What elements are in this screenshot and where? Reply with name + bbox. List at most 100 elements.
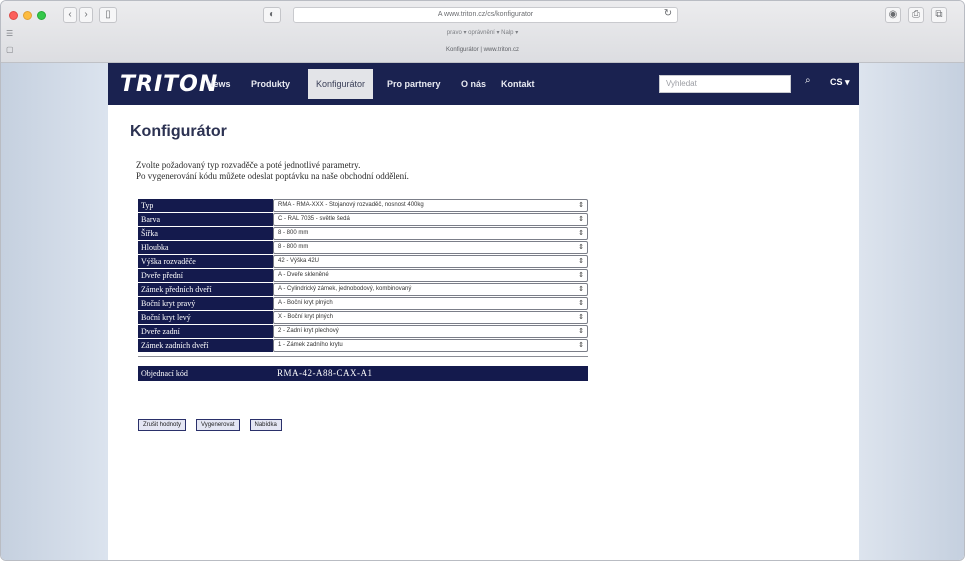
tab-active[interactable]: Konfigurátor | www.triton.cz <box>21 41 944 59</box>
generate-button[interactable]: Vygenerovat <box>196 419 240 431</box>
config-row-hloubka: Hloubka 8 - 800 mm ⇕ <box>138 241 588 254</box>
divider <box>138 356 588 357</box>
intro-text: Zvolte požadovaný typ rozvaděče a poté j… <box>136 160 409 182</box>
select-arrow-icon: ⇕ <box>578 244 584 251</box>
select-value: X - Boční kryt plných <box>278 314 334 320</box>
select-arrow-icon: ⇕ <box>578 202 584 209</box>
sidebar-toggle-button[interactable]: ▯ <box>99 7 117 23</box>
page-content: TRITON News Produkty Konfigurátor Pro pa… <box>108 63 859 560</box>
select-value: RMA - RMA-XXX - Stojanový rozvaděč, nosn… <box>278 202 424 208</box>
config-row-typ: Typ RMA - RMA-XXX - Stojanový rozvaděč, … <box>138 199 588 212</box>
back-button[interactable]: ‹ <box>63 7 77 23</box>
nav-pro-partnery[interactable]: Pro partnery <box>387 76 441 92</box>
select-arrow-icon: ⇕ <box>578 328 584 335</box>
order-code-row: Objednací kód RMA-42-A88-CAX-A1 <box>138 366 588 381</box>
privacy-icon[interactable]: ◐ <box>263 7 281 23</box>
select-value: C - RAL 7035 - světle šedá <box>278 216 350 222</box>
maximize-window-button[interactable] <box>37 11 46 20</box>
page-title: Konfigurátor <box>130 123 227 140</box>
config-label: Šířka <box>138 227 273 240</box>
order-code-value: RMA-42-A88-CAX-A1 <box>277 368 373 378</box>
select-value: A - Cylindrický zámek, jednobodový, komb… <box>278 286 412 292</box>
config-label: Barva <box>138 213 273 226</box>
nav-news[interactable]: News <box>207 76 231 92</box>
config-select[interactable]: 8 - 800 mm ⇕ <box>273 227 588 240</box>
intro-line: Zvolte požadovaný typ rozvaděče a poté j… <box>136 160 361 170</box>
language-selector[interactable]: CS ▾ <box>830 77 850 88</box>
reset-button[interactable]: Zrušit hodnoty <box>138 419 187 431</box>
browser-window: ‹ › ▯ ◐ A www.triton.cz/cs/konfigurator … <box>0 0 965 561</box>
form-actions: Zrušit hodnoty Vygenerovat Nabídka <box>138 419 282 431</box>
select-arrow-icon: ⇕ <box>578 342 584 349</box>
select-arrow-icon: ⇕ <box>578 258 584 265</box>
config-row-zamek-predni: Zámek předních dveří A - Cylindrický zám… <box>138 283 588 296</box>
panel-icon[interactable]: ▢ <box>6 45 14 54</box>
select-value: 42 - Výška 42U <box>278 258 320 264</box>
nav-o-nas[interactable]: O nás <box>461 76 486 92</box>
menu-icon[interactable]: ☰ <box>6 29 13 38</box>
config-row-sirka: Šířka 8 - 800 mm ⇕ <box>138 227 588 240</box>
config-select[interactable]: A - Dveře skleněné ⇕ <box>273 269 588 282</box>
config-label: Zámek zadních dveří <box>138 339 273 352</box>
config-row-dvere-zadni: Dveře zadní 2 - Zadní kryt plechový ⇕ <box>138 325 588 338</box>
config-select[interactable]: X - Boční kryt plných ⇕ <box>273 311 588 324</box>
submit-button[interactable]: Nabídka <box>249 419 282 431</box>
config-label: Boční kryt levý <box>138 311 273 324</box>
tabs-overview-icon[interactable]: ⧉ <box>931 7 947 23</box>
config-select[interactable]: 42 - Výška 42U ⇕ <box>273 255 588 268</box>
config-select[interactable]: A - Boční kryt plných ⇕ <box>273 297 588 310</box>
site-header: TRITON News Produkty Konfigurátor Pro pa… <box>108 63 859 105</box>
config-label: Výška rozvaděče <box>138 255 273 268</box>
config-label: Typ <box>138 199 273 212</box>
config-select[interactable]: RMA - RMA-XXX - Stojanový rozvaděč, nosn… <box>273 199 588 212</box>
config-row-dvere-predni: Dveře přední A - Dveře skleněné ⇕ <box>138 269 588 282</box>
config-select[interactable]: 1 - Zámek zadního krytu ⇕ <box>273 339 588 352</box>
config-label: Hloubka <box>138 241 273 254</box>
share-icon[interactable]: ⎙ <box>908 7 924 23</box>
order-code-label: Objednací kód <box>141 369 188 378</box>
config-row-zamek-zadni: Zámek zadních dveří 1 - Zámek zadního kr… <box>138 339 588 352</box>
select-value: 2 - Zadní kryt plechový <box>278 328 339 334</box>
nav-konfigurator[interactable]: Konfigurátor <box>308 69 374 99</box>
search-input[interactable]: Vyhledat <box>659 75 791 93</box>
reload-icon[interactable]: ↻ <box>661 7 675 23</box>
nav-kontakt[interactable]: Kontakt <box>501 76 535 92</box>
select-arrow-icon: ⇕ <box>578 272 584 279</box>
config-row-vyska: Výška rozvaděče 42 - Výška 42U ⇕ <box>138 255 588 268</box>
select-arrow-icon: ⇕ <box>578 286 584 293</box>
config-label: Zámek předních dveří <box>138 283 273 296</box>
config-select[interactable]: 2 - Zadní kryt plechový ⇕ <box>273 325 588 338</box>
config-label: Dveře přední <box>138 269 273 282</box>
config-row-kryt-pravy: Boční kryt pravý A - Boční kryt plných ⇕ <box>138 297 588 310</box>
select-arrow-icon: ⇕ <box>578 230 584 237</box>
site-logo[interactable]: TRITON <box>120 72 218 97</box>
extensions-icon[interactable]: ◉ <box>885 7 901 23</box>
search-icon[interactable]: ⌕ <box>805 75 811 86</box>
select-arrow-icon: ⇕ <box>578 300 584 307</box>
select-arrow-icon: ⇕ <box>578 216 584 223</box>
window-controls <box>9 11 46 20</box>
intro-line: Po vygenerování kódu můžete odeslat popt… <box>136 171 409 181</box>
config-label: Dveře zadní <box>138 325 273 338</box>
config-select[interactable]: C - RAL 7035 - světle šedá ⇕ <box>273 213 588 226</box>
forward-button[interactable]: › <box>79 7 93 23</box>
address-bar[interactable]: A www.triton.cz/cs/konfigurator <box>293 7 678 23</box>
nav-produkty[interactable]: Produkty <box>251 76 290 92</box>
select-value: 8 - 800 mm <box>278 244 309 250</box>
close-window-button[interactable] <box>9 11 18 20</box>
bookmarks-bar[interactable]: pravo ▾ oprávnění ▾ Nalp ▾ <box>1 29 964 36</box>
browser-chrome: ‹ › ▯ ◐ A www.triton.cz/cs/konfigurator … <box>1 1 964 63</box>
configurator-form: Typ RMA - RMA-XXX - Stojanový rozvaděč, … <box>138 199 588 381</box>
config-row-kryt-levy: Boční kryt levý X - Boční kryt plných ⇕ <box>138 311 588 324</box>
web-viewport: TRITON News Produkty Konfigurátor Pro pa… <box>1 63 964 560</box>
config-label: Boční kryt pravý <box>138 297 273 310</box>
select-value: A - Boční kryt plných <box>278 300 333 306</box>
config-select[interactable]: A - Cylindrický zámek, jednobodový, komb… <box>273 283 588 296</box>
minimize-window-button[interactable] <box>23 11 32 20</box>
select-value: 1 - Zámek zadního krytu <box>278 342 343 348</box>
select-value: 8 - 800 mm <box>278 230 309 236</box>
config-select[interactable]: 8 - 800 mm ⇕ <box>273 241 588 254</box>
select-value: A - Dveře skleněné <box>278 272 329 278</box>
config-row-barva: Barva C - RAL 7035 - světle šedá ⇕ <box>138 213 588 226</box>
select-arrow-icon: ⇕ <box>578 314 584 321</box>
